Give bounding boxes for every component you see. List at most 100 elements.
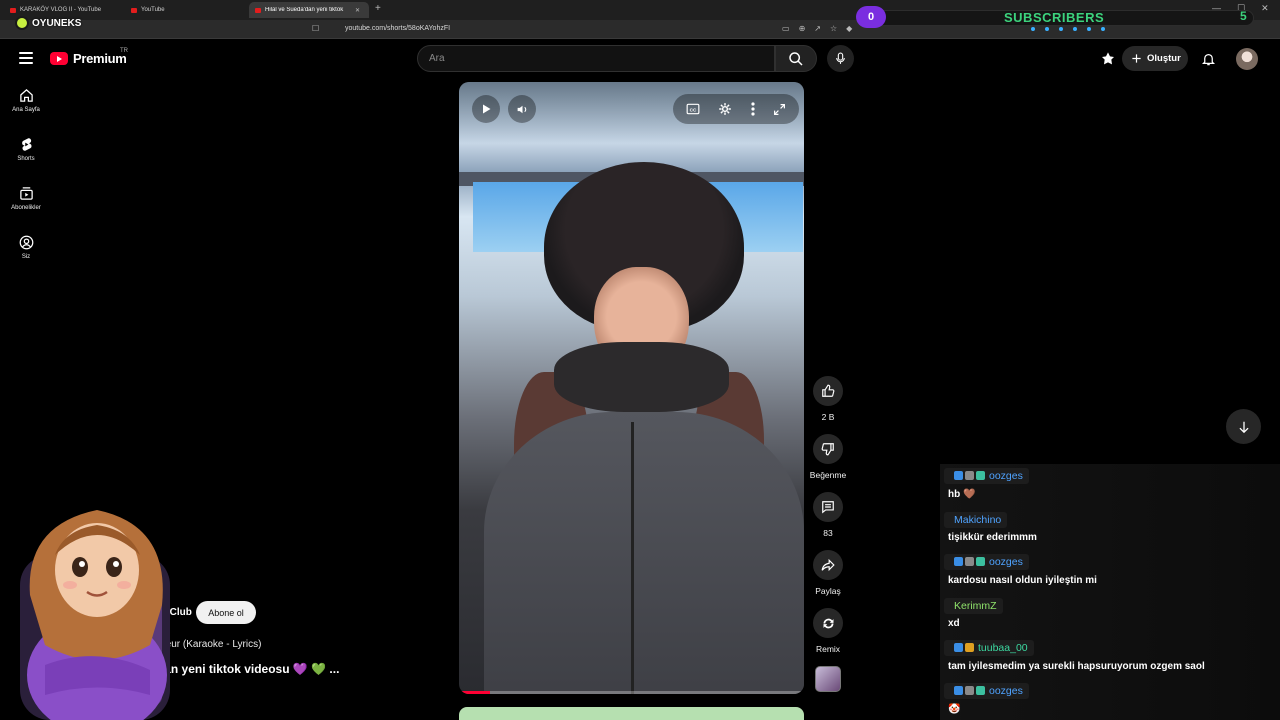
chat-message: KerimmZ xd: [940, 593, 1280, 636]
chat-message-header: oozges: [944, 553, 1029, 570]
chat-message: oozges hb 🤎: [940, 464, 1280, 507]
sidebar: Ana Sayfa Shorts Abonelikler Siz: [0, 88, 52, 284]
logo-text: Premium: [73, 51, 127, 66]
streamer-cheek: [63, 581, 77, 589]
brand-logo: OYUNEKS: [15, 16, 81, 30]
chat-message-header: tuubaa_00: [944, 639, 1034, 656]
shorts-icon: [21, 138, 32, 151]
fullscreen-icon[interactable]: [773, 103, 786, 116]
settings-gear-icon[interactable]: [718, 102, 732, 116]
account-avatar[interactable]: [1236, 48, 1258, 70]
tab-label: Hilal ve Sueda'dan yeni tiktok: [265, 7, 344, 13]
comments-button[interactable]: [813, 492, 843, 522]
sidebar-item-subscriptions[interactable]: Abonelikler: [0, 186, 52, 235]
chat-message-header: oozges: [944, 682, 1029, 699]
new-tab-button[interactable]: +: [375, 3, 381, 14]
sidebar-item-label: Shorts: [17, 156, 35, 162]
chat-message-header: Makichino: [944, 512, 1008, 528]
create-label: Oluştur: [1147, 53, 1181, 64]
shorts-actions: 2 B Beğenme 83 Paylaş Remix: [809, 376, 847, 692]
chat-message: Makichino tişikkür ederimmm: [940, 507, 1280, 550]
youtube-logo-icon: [50, 52, 68, 65]
dislike-label: Beğenme: [809, 470, 847, 480]
extension-icon[interactable]: ◆: [846, 24, 852, 33]
close-tab-icon[interactable]: ✕: [355, 7, 360, 14]
youtube-favicon-icon: [131, 7, 137, 13]
mute-button[interactable]: [508, 95, 536, 123]
streamer-eye: [113, 561, 119, 567]
sidebar-item-home[interactable]: Ana Sayfa: [0, 88, 52, 137]
tab-label: YouTube: [141, 7, 165, 13]
captions-icon[interactable]: CC: [686, 103, 700, 115]
next-video-button[interactable]: [1226, 409, 1261, 444]
subscriber-goal: 5: [1240, 9, 1247, 23]
chat-text: 🤡: [948, 704, 961, 715]
video-top-controls: CC: [673, 94, 799, 124]
tab-label: KARAKÖY VLOG II - YouTube: [20, 7, 102, 13]
chat-message: oozges kardosu nasıl oldun iyileştin mi: [940, 550, 1280, 593]
sidebar-item-you[interactable]: Siz: [0, 235, 52, 284]
sidebar-item-label: Siz: [21, 254, 31, 260]
browser-extensions: ▭ ⊕ ↗ ☆ ◆: [782, 24, 852, 33]
chat-message: tuubaa_00 tam iyilesmedim ya surekli hap…: [940, 636, 1280, 679]
zoom-icon[interactable]: ⊕: [799, 24, 806, 33]
sidebar-item-shorts[interactable]: Shorts: [0, 137, 52, 186]
streamer-eye: [72, 557, 88, 577]
search-button[interactable]: [775, 45, 817, 72]
menu-icon[interactable]: [19, 52, 33, 64]
remix-button[interactable]: [813, 608, 843, 638]
subscribe-button[interactable]: Abone ol: [196, 601, 256, 624]
close-window-icon[interactable]: ✕: [1261, 3, 1269, 14]
voice-search-button[interactable]: [827, 45, 854, 72]
volume-icon: [517, 105, 526, 113]
like-action: 2 B: [813, 376, 843, 422]
youtube-premium-logo[interactable]: Premium TR: [50, 48, 128, 66]
chat-message-header: KerimmZ: [944, 598, 1003, 614]
extension-dots: [1031, 27, 1105, 31]
star-icon[interactable]: ☆: [830, 24, 837, 33]
chat-text: kardosu nasıl oldun iyileştin mi: [948, 575, 1097, 586]
premium-badge-icon[interactable]: [1100, 51, 1116, 67]
remix-action: Remix: [813, 608, 843, 654]
bookmark-icon[interactable]: ☐: [312, 24, 319, 33]
browser-tab-active[interactable]: Hilal ve Sueda'dan yeni tiktok ✕: [249, 2, 369, 18]
dislike-button[interactable]: [812, 434, 843, 464]
chat-message: oozges 🤡: [940, 679, 1280, 720]
country-code: TR: [120, 48, 128, 54]
more-options-icon[interactable]: [751, 102, 755, 116]
play-button[interactable]: [472, 95, 500, 123]
like-button[interactable]: [813, 376, 843, 406]
share-icon[interactable]: ↗: [814, 24, 821, 33]
user-badges: [954, 643, 974, 652]
youtube-favicon-icon: [255, 7, 261, 13]
comments-action: 83: [813, 492, 843, 538]
user-badges: [954, 557, 985, 566]
youtube-favicon-icon: [10, 7, 16, 13]
next-short-preview[interactable]: [459, 707, 804, 720]
notifications-bell-icon[interactable]: [1201, 51, 1216, 67]
share-button[interactable]: [813, 550, 843, 580]
url-field[interactable]: youtube.com/shorts/58oKAYohzFI: [345, 25, 450, 32]
sidebar-item-label: Abonelikler: [11, 205, 41, 211]
chat-username: tuubaa_00: [978, 641, 1028, 654]
video-progress-bar[interactable]: [459, 691, 804, 694]
home-icon: [19, 89, 33, 102]
subscriber-count: 0: [856, 6, 886, 28]
chat-message-header: oozges: [944, 467, 1029, 484]
chat-username: KerimmZ: [954, 600, 997, 612]
chat-text: hb 🤎: [948, 489, 976, 500]
sound-thumbnail[interactable]: [815, 666, 841, 692]
screen-icon[interactable]: ▭: [782, 24, 790, 33]
create-button[interactable]: Oluştur: [1122, 46, 1188, 71]
share-arrow-icon: [821, 558, 835, 572]
you-icon: [19, 235, 33, 250]
shorts-video-player[interactable]: CC: [459, 82, 804, 694]
arrow-down-icon: [1238, 421, 1249, 433]
search-input[interactable]: [418, 46, 774, 71]
share-action: Paylaş: [813, 550, 843, 596]
chat-username: oozges: [989, 469, 1023, 482]
plus-icon: [1132, 54, 1141, 63]
browser-tab[interactable]: YouTube: [125, 2, 171, 18]
play-icon: [483, 104, 491, 114]
brand-logo-icon: [15, 16, 29, 30]
